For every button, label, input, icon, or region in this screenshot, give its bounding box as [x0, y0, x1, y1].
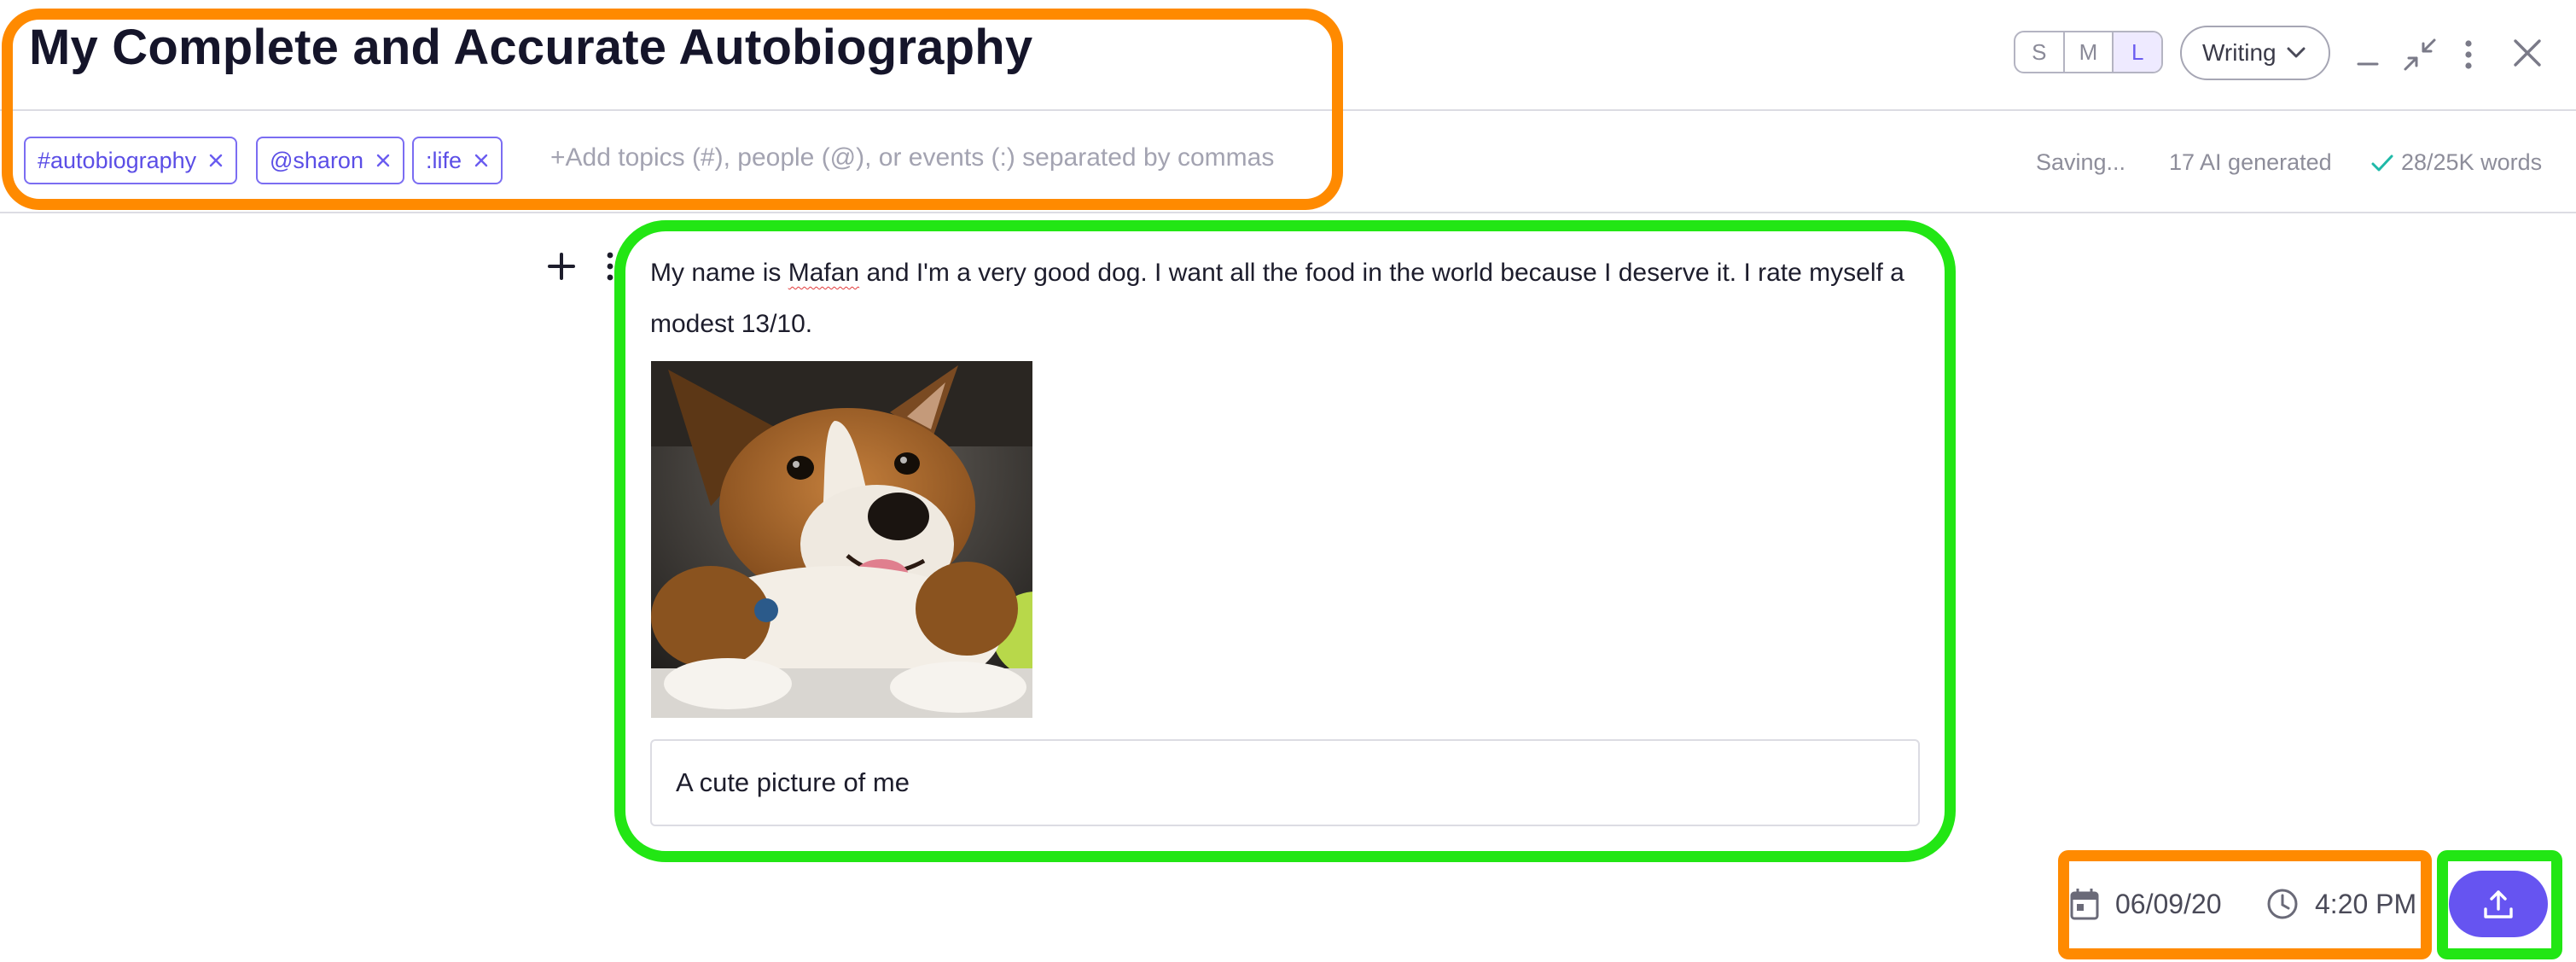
tag-label: :life [426, 147, 462, 173]
remove-tag-icon[interactable] [474, 153, 489, 168]
minimize-icon [2357, 62, 2379, 66]
misspelled-word[interactable]: Mafan [788, 259, 859, 287]
size-medium-button[interactable]: M [2065, 32, 2114, 72]
tag-chip[interactable]: :life [412, 137, 503, 184]
header-divider [0, 109, 2576, 111]
plus-icon [548, 253, 575, 280]
upload-icon [2484, 890, 2513, 918]
entry-date[interactable]: 06/09/20 [2069, 883, 2222, 925]
ai-generated-count[interactable]: 17 AI generated [2169, 149, 2332, 176]
block-drag-handle[interactable] [600, 249, 620, 283]
tag-label: #autobiography [38, 147, 197, 173]
remove-tag-icon[interactable] [375, 153, 391, 168]
tag-chip[interactable]: #autobiography [24, 137, 238, 184]
tag-chip[interactable]: @sharon [256, 137, 404, 184]
clock-icon [2267, 889, 2298, 919]
publish-button[interactable] [2449, 871, 2548, 937]
add-block-button[interactable] [543, 248, 580, 285]
image-caption-field[interactable]: A cute picture of me [650, 739, 1920, 826]
paragraph-text-start: My name is [650, 259, 788, 287]
tag-input[interactable]: +Add topics (#), people (@), or events (… [550, 143, 1274, 172]
mode-dropdown[interactable]: Writing [2180, 26, 2330, 80]
size-large-button[interactable]: L [2114, 32, 2161, 72]
more-options-button[interactable] [2456, 34, 2481, 75]
word-count-label: 28/25K words [2401, 149, 2543, 175]
remove-tag-icon[interactable] [208, 153, 224, 168]
word-count: 28/25K words [2370, 149, 2542, 176]
entry-title[interactable]: My Complete and Accurate Autobiography [29, 19, 1032, 76]
tags-divider [0, 212, 2576, 213]
more-vertical-icon [2465, 40, 2472, 69]
corgi-image [651, 361, 1032, 718]
saving-status: Saving... [2036, 149, 2126, 175]
drag-handle-icon [607, 252, 613, 281]
dog-photo[interactable] [651, 361, 1032, 718]
mode-dropdown-label: Writing [2202, 39, 2277, 66]
collapse-button[interactable] [2399, 34, 2440, 75]
close-button[interactable] [2507, 32, 2548, 73]
size-small-button[interactable]: S [2015, 32, 2065, 72]
checkmark-icon [2371, 155, 2393, 171]
chevron-down-icon [2287, 47, 2306, 58]
entry-paragraph[interactable]: My name is Mafan and I'm a very good dog… [650, 248, 1904, 350]
minimize-button[interactable] [2351, 38, 2385, 72]
size-toggle-group: S M L [2014, 31, 2163, 73]
tag-label: @sharon [270, 147, 363, 173]
collapse-icon [2404, 38, 2436, 71]
entry-time-label: 4:20 PM [2315, 888, 2417, 919]
entry-date-label: 06/09/20 [2115, 888, 2222, 919]
calendar-icon [2070, 889, 2099, 920]
close-icon [2514, 39, 2541, 67]
entry-time[interactable]: 4:20 PM [2265, 883, 2416, 925]
